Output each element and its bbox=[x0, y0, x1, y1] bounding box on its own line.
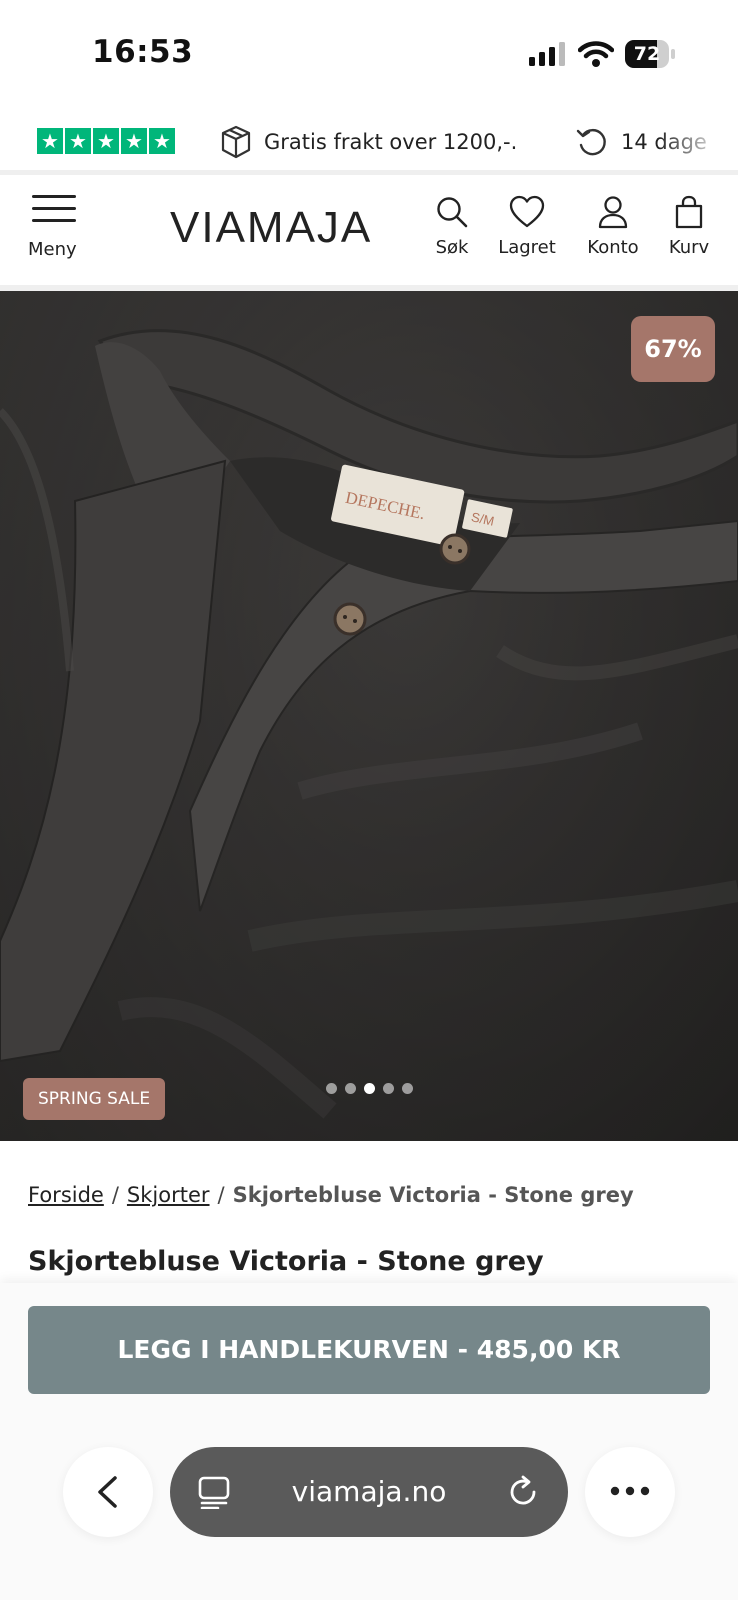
saved-label: Lagret bbox=[498, 237, 556, 258]
signal-icon bbox=[529, 42, 565, 66]
sticky-cart-bar: LEGG I HANDLEKURVEN - 485,00 KR bbox=[0, 1283, 738, 1600]
usp-free-shipping: Gratis frakt over 1200,-. bbox=[220, 125, 517, 159]
product-title: Skjortebluse Victoria - Stone grey bbox=[28, 1246, 544, 1277]
menu-button[interactable]: Meny bbox=[28, 195, 88, 265]
trustpilot-star-icon: ★ bbox=[65, 128, 91, 154]
trustpilot-rating[interactable]: ★ ★ ★ ★ ★ bbox=[37, 128, 175, 154]
browser-more-button[interactable] bbox=[585, 1447, 675, 1537]
carousel-dot[interactable] bbox=[364, 1083, 375, 1094]
trustpilot-star-icon: ★ bbox=[121, 128, 147, 154]
breadcrumb-home[interactable]: Forside bbox=[28, 1183, 104, 1207]
breadcrumb-separator: / bbox=[111, 1183, 119, 1207]
usp-fade bbox=[658, 115, 738, 170]
trustpilot-star-icon: ★ bbox=[37, 128, 63, 154]
site-logo[interactable]: VIAMAJA bbox=[170, 203, 372, 253]
search-icon bbox=[437, 197, 468, 228]
trustpilot-star-icon: ★ bbox=[149, 128, 175, 154]
wifi-icon bbox=[578, 41, 614, 67]
breadcrumb-separator: / bbox=[217, 1183, 225, 1207]
battery-icon: 72 bbox=[625, 40, 675, 68]
menu-label: Meny bbox=[28, 239, 77, 260]
cart-button[interactable]: Kurv bbox=[651, 195, 727, 265]
package-icon bbox=[221, 125, 251, 159]
search-button[interactable]: Søk bbox=[414, 195, 490, 265]
breadcrumb: Forside / Skjorter / Skjortebluse Victoria -… bbox=[28, 1183, 634, 1207]
breadcrumb-current: Skjortebluse Victoria - Stone grey bbox=[232, 1183, 634, 1207]
shopping-bag-icon bbox=[675, 195, 703, 229]
browser-back-button[interactable] bbox=[63, 1447, 153, 1537]
product-photo: DEPECHE. S/M bbox=[0, 291, 738, 1141]
reload-icon[interactable] bbox=[508, 1475, 540, 1509]
battery-level: 72 bbox=[633, 43, 661, 65]
saved-button[interactable]: Lagret bbox=[489, 195, 565, 265]
usp-strip: ★★★★★ Gratis frakt over 1200,-. 14 dage bbox=[0, 115, 738, 175]
carousel-dots[interactable] bbox=[326, 1083, 413, 1094]
heart-icon bbox=[509, 195, 545, 228]
status-bar: 16:53 72 bbox=[0, 0, 738, 110]
cart-label: Kurv bbox=[668, 237, 710, 258]
breadcrumb-category[interactable]: Skjorter bbox=[127, 1183, 210, 1207]
carousel-dot[interactable] bbox=[383, 1083, 394, 1094]
status-time: 16:53 bbox=[92, 34, 194, 70]
product-image-carousel[interactable]: DEPECHE. S/M 67% SPRING SALE bbox=[0, 291, 738, 1141]
user-icon bbox=[598, 196, 628, 229]
site-header: Meny VIAMAJA Søk Lagret Konto Kurv bbox=[0, 175, 738, 291]
sale-badge: SPRING SALE bbox=[23, 1078, 166, 1120]
return-arrow-icon bbox=[576, 128, 606, 156]
account-label: Konto bbox=[587, 237, 639, 258]
add-to-cart-button[interactable]: LEGG I HANDLEKURVEN - 485,00 KR bbox=[28, 1306, 710, 1394]
carousel-dot[interactable] bbox=[326, 1083, 337, 1094]
carousel-dot[interactable] bbox=[345, 1083, 356, 1094]
search-label: Søk bbox=[435, 237, 469, 258]
account-button[interactable]: Konto bbox=[575, 195, 651, 265]
discount-badge: 67% bbox=[631, 316, 715, 382]
hamburger-icon bbox=[32, 195, 76, 222]
trustpilot-star-icon: ★ bbox=[93, 128, 119, 154]
more-dots-icon bbox=[610, 1486, 650, 1496]
carousel-dot[interactable] bbox=[402, 1083, 413, 1094]
usp-shipping-text: Gratis frakt over 1200,-. bbox=[264, 130, 518, 154]
browser-url-bar[interactable]: viamaja.no bbox=[170, 1447, 568, 1537]
chevron-left-icon bbox=[98, 1476, 117, 1508]
